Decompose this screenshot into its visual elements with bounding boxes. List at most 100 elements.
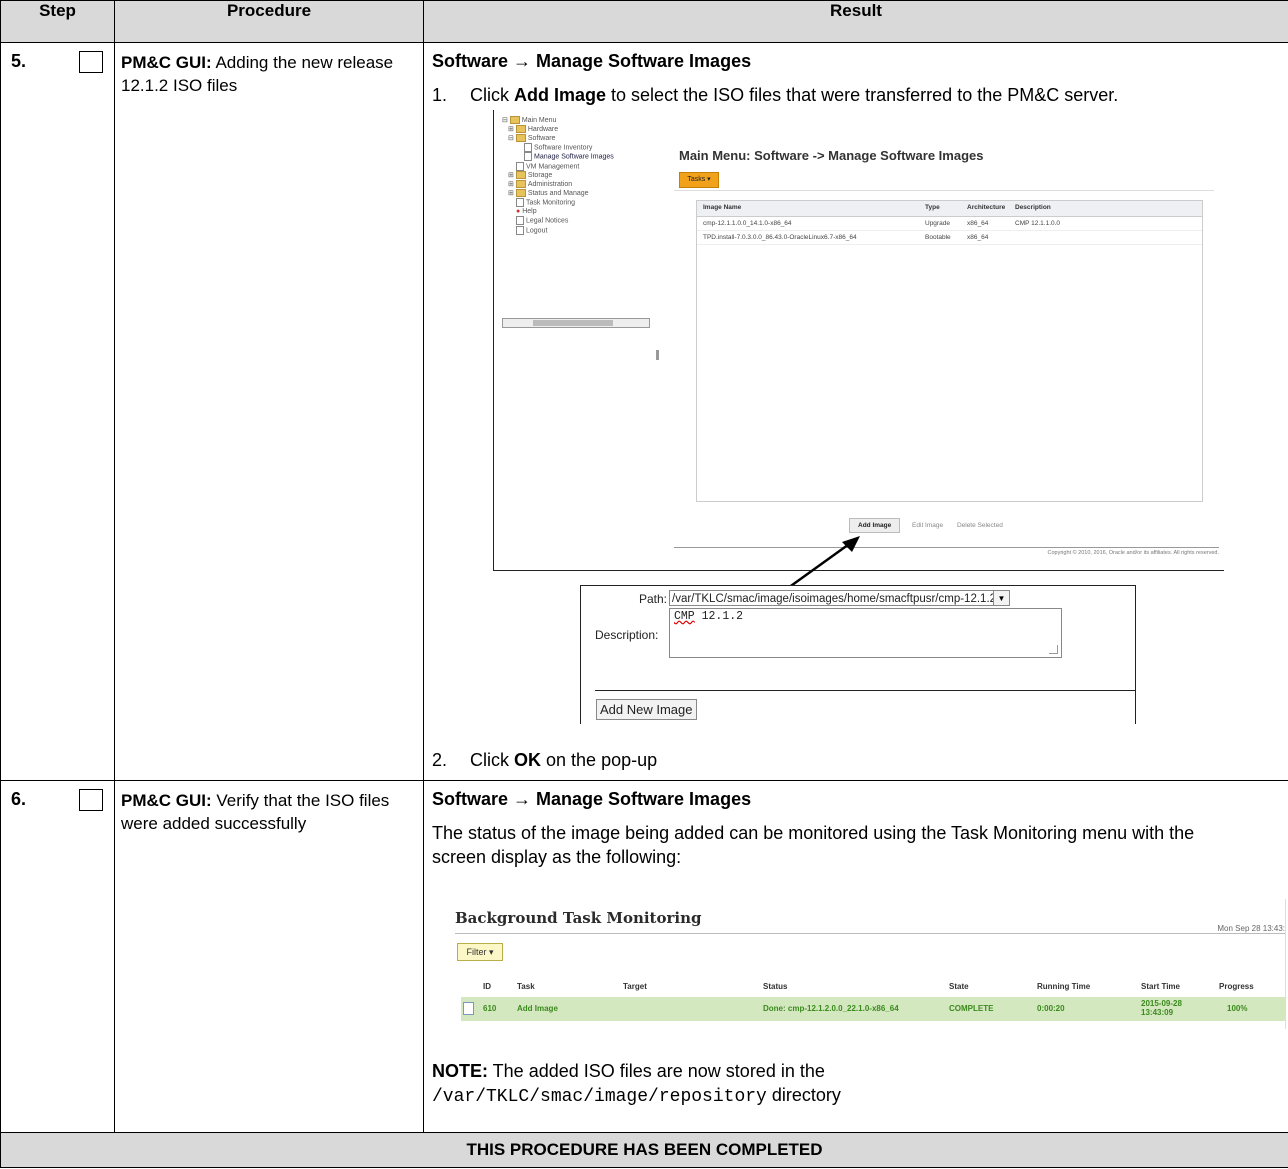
col-running-time[interactable]: Running Time [1037,982,1090,991]
edit-image-button[interactable]: Edit Image [912,522,943,529]
instruction-1-bold: Add Image [514,85,607,105]
tree-item-software-inventory[interactable]: Software Inventory [502,143,652,152]
instruction-1: 1. Click Add Image to select the ISO fil… [432,83,1280,107]
menu-tree: ⊟ Main Menu ⊞ Hardware ⊟ Software Softwa… [502,116,652,235]
tree-item-administration[interactable]: ⊞ Administration [502,180,652,189]
instruction-2-prefix: 2. Click [432,750,515,770]
col-architecture[interactable]: Architecture [967,204,1005,211]
help-icon: ● [516,208,521,216]
step-number: 6. [11,789,27,809]
tree-item-main-menu[interactable]: ⊟ Main Menu [502,116,652,125]
instruction-2-suffix: on the pop-up [541,750,658,770]
step-column-header: Step [0,0,115,43]
procedure-document: Step Procedure Result 5. PM&C GUI: Addin… [0,0,1288,1169]
procedure-column-header: Procedure [114,0,424,43]
folder-icon [515,180,526,189]
note-path: /var/TKLC/smac/image/repository [432,1087,767,1107]
col-status[interactable]: Status [763,982,787,991]
col-progress[interactable]: Progress [1219,982,1254,991]
note-text: The added ISO files are now stored in th… [488,1061,825,1081]
step-checkbox[interactable] [79,789,103,811]
step-checkbox[interactable] [79,51,103,73]
tree-item-status-and-manage[interactable]: ⊞ Status and Manage [502,189,652,198]
result-column-header: Result [423,0,1288,43]
table-header-row: Step Procedure Result [0,0,1288,43]
tree-item-vm-management[interactable]: VM Management [502,161,652,171]
page-icon [524,152,532,162]
procedure-complete-banner: THIS PROCEDURE HAS BEEN COMPLETED [0,1132,1288,1168]
toolbar [674,168,1214,191]
add-image-dialog: Path: /var/TKLC/smac/image/isoimages/hom… [580,585,1136,724]
status-paragraph: The status of the image being added can … [432,823,1195,867]
instruction-2-bold: OK [514,750,542,770]
col-image-name[interactable]: Image Name [703,204,741,211]
col-id[interactable]: ID [483,982,491,991]
table-header: Image Name Type Architecture Description [697,201,1202,217]
images-table: Image Name Type Architecture Description… [696,200,1203,502]
add-new-image-button[interactable]: Add New Image [596,699,697,720]
page-icon [524,143,532,152]
col-type[interactable]: Type [925,204,940,211]
path-label: Path: [639,592,668,606]
copyright-text: Copyright © 2010, 2016, Oracle and/or it… [674,547,1219,556]
folder-icon [515,171,526,180]
instruction-2: 2. Click OK on the pop-up [432,748,657,772]
task-monitoring-title: Background Task Monitoring [455,909,702,927]
dialog-divider [595,690,1135,691]
description-textarea[interactable]: CMP 12.1.2 [669,608,1062,658]
tree-item-logout[interactable]: Logout [502,225,652,235]
page-icon [516,161,524,171]
folder-icon [515,189,526,198]
col-task[interactable]: Task [517,982,535,991]
tree-scrollbar[interactable] [502,318,650,328]
col-target[interactable]: Target [623,982,647,991]
title-rule [455,933,1285,934]
tree-item-storage[interactable]: ⊞ Storage [502,171,652,180]
tree-item-hardware[interactable]: ⊞ Hardware [502,125,652,134]
procedure-cell: PM&C GUI: Adding the new release 12.1.2 … [114,42,424,781]
step-cell: 6. [0,780,115,1133]
page-title: Main Menu: Software -> Manage Software I… [679,148,984,163]
note-suffix: directory [766,1085,841,1105]
instruction-1-suffix: to select the ISO files that were transf… [606,85,1119,105]
delete-selected-button[interactable]: Delete Selected [957,522,1003,529]
result-title: Software → Manage Software Images [432,51,752,71]
task-table-header: ID Task Target Status State Running Time… [461,975,1285,997]
col-description[interactable]: Description [1015,204,1051,211]
task-row[interactable]: 610 Add Image Done: cmp-12.1.2.0.0_22.1.… [461,997,1285,1021]
procedure-label: PM&C GUI: [121,53,212,72]
scrollbar-thumb[interactable] [533,320,613,326]
note-label: NOTE: [432,1061,488,1081]
tree-item-legal-notices[interactable]: Legal Notices [502,216,652,226]
note-block: NOTE: The added ISO files are now stored… [432,1059,841,1109]
folder-icon [515,125,526,134]
step-number: 5. [11,51,27,71]
filter-button[interactable]: Filter ▾ [457,943,503,961]
description-label: Description: [595,628,659,642]
pointer-arrow-icon [787,536,860,590]
tree-item-software[interactable]: ⊟ Software [502,134,652,143]
footer-row: THIS PROCEDURE HAS BEEN COMPLETED [0,1132,1288,1168]
folder-icon [509,116,520,125]
task-monitoring-screenshot: Background Task Monitoring Mon Sep 28 13… [447,899,1286,1029]
manage-images-screenshot: ⊟ Main Menu ⊞ Hardware ⊟ Software Softwa… [493,110,1224,571]
page-icon [516,198,524,208]
step-cell: 5. [0,42,115,781]
col-start-time[interactable]: Start Time [1141,982,1180,991]
result-title: Software → Manage Software Images [432,789,752,809]
tree-item-manage-software-images[interactable]: Manage Software Images [502,152,652,162]
resize-handle-icon[interactable] [1049,645,1058,654]
pane-splitter[interactable] [656,350,659,360]
table-row[interactable]: TPD.install-7.0.3.0.0_86.43.0-OracleLinu… [697,231,1202,245]
dropdown-arrow-icon[interactable]: ▼ [993,590,1010,606]
tree-item-help[interactable]: ● Help [502,207,652,216]
table-row[interactable]: cmp-12.1.1.0.0_14.1.0-x86_64 Upgrade x86… [697,217,1202,231]
logout-icon [516,225,524,235]
current-date: Mon Sep 28 13:43: [1213,924,1285,933]
col-state[interactable]: State [949,982,969,991]
tasks-menu-button[interactable]: Tasks ▾ [679,172,719,188]
folder-icon [515,134,526,143]
path-select[interactable]: /var/TKLC/smac/image/isoimages/home/smac… [669,590,994,606]
instruction-1-prefix: 1. Click [432,85,515,105]
tree-item-task-monitoring[interactable]: Task Monitoring [502,198,652,208]
